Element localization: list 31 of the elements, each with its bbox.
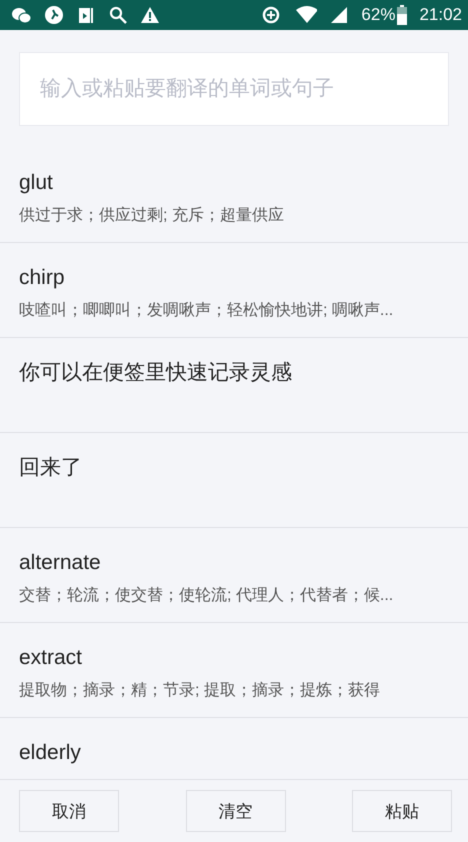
history-meaning: 提取物；摘录；精；节录; 提取；摘录；提炼；获得	[19, 680, 381, 701]
battery-percentage: 62%	[361, 5, 396, 25]
battery-icon	[397, 5, 408, 25]
history-meaning: 吱喳叫；唧唧叫；发啁啾声；轻松愉快地讲; 啁啾声...	[19, 300, 394, 321]
search-icon	[108, 5, 128, 25]
action-button[interactable]: 取消	[19, 790, 119, 832]
data-saver-icon	[261, 5, 282, 25]
chat-icon	[10, 5, 32, 25]
history-word: chirp	[19, 265, 66, 291]
signal-icon	[329, 5, 350, 25]
translate-input-field[interactable]: 输入或粘贴要翻译的单词或句子	[19, 52, 449, 126]
history-word: extract	[19, 645, 84, 671]
history-item[interactable]: chirp 吱喳叫；唧唧叫；发啁啾声；轻松愉快地讲; 啁啾声...	[0, 243, 468, 338]
history-item[interactable]: extract 提取物；摘录；精；节录; 提取；摘录；提炼；获得	[0, 623, 468, 718]
wifi-icon	[293, 5, 318, 25]
history-item[interactable]: 回来了	[0, 433, 468, 528]
history-word: elderly	[19, 740, 82, 766]
action-button[interactable]: 粘贴	[352, 790, 452, 832]
video-book-icon	[76, 5, 96, 25]
history-item[interactable]: glut 供过于求；供应过剩; 充斥；超量供应	[0, 148, 468, 243]
history-word: glut	[19, 170, 54, 196]
history-word: alternate	[19, 550, 102, 576]
clock-time: 21:02	[419, 5, 462, 25]
history-item[interactable]: alternate 交替；轮流；使交替；使轮流; 代理人；代替者；候...	[0, 528, 468, 623]
history-meaning: 供过于求；供应过剩; 充斥；超量供应	[19, 206, 285, 226]
history-meaning: 交替；轮流；使交替；使轮流; 代理人；代替者；候...	[19, 586, 394, 606]
history-item[interactable]: 你可以在便签里快速记录灵感	[0, 338, 468, 433]
history-word: 你可以在便签里快速记录灵感	[19, 360, 293, 386]
history-word: 回来了	[19, 455, 83, 481]
warning-icon	[140, 5, 160, 25]
action-button[interactable]: 清空	[186, 790, 286, 832]
